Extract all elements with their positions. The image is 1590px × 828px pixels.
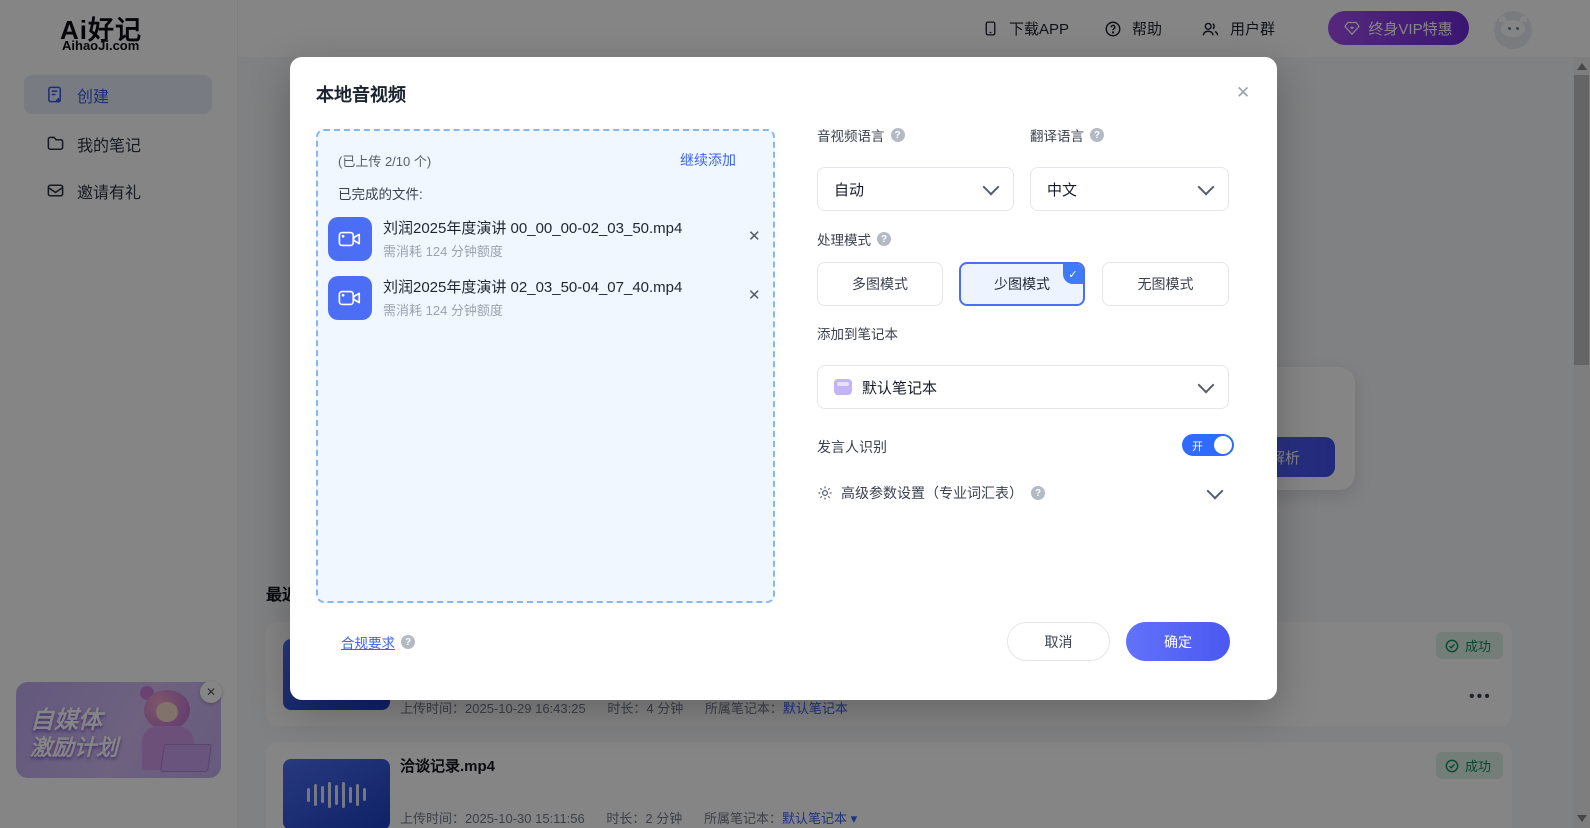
file-name: 刘润2025年度演讲 00_00_00-02_03_50.mp4 <box>383 217 682 238</box>
video-file-icon <box>328 276 372 320</box>
mode-option-multi-image[interactable]: 多图模式 <box>817 262 943 306</box>
compliance-row: 合规要求 ? <box>341 632 415 652</box>
notebook-label: 添加到笔记本 <box>817 323 898 343</box>
label-text: 翻译语言 <box>1030 125 1084 145</box>
remove-file-icon[interactable]: ✕ <box>748 286 761 304</box>
notebook-select[interactable]: 默认笔记本 <box>817 365 1229 409</box>
selected-check-icon: ✓ <box>1063 264 1083 284</box>
help-icon[interactable]: ? <box>401 635 415 649</box>
toggle-state-text: 开 <box>1192 438 1203 454</box>
help-icon[interactable]: ? <box>877 232 891 246</box>
remove-file-icon[interactable]: ✕ <box>748 227 761 245</box>
uploaded-file-item: 刘润2025年度演讲 00_00_00-02_03_50.mp4 需消耗 124… <box>328 215 766 267</box>
file-quota: 需消耗 124 分钟额度 <box>383 300 503 319</box>
confirm-button[interactable]: 确定 <box>1126 622 1230 661</box>
media-language-select[interactable]: 自动 <box>817 167 1014 211</box>
uploaded-file-item: 刘润2025年度演讲 02_03_50-04_07_40.mp4 需消耗 124… <box>328 274 766 326</box>
mode-label: 无图模式 <box>1138 274 1194 294</box>
gear-icon <box>817 485 833 501</box>
help-icon[interactable]: ? <box>891 128 905 142</box>
modal-title: 本地音视频 <box>316 81 406 107</box>
mode-label: 少图模式 <box>994 274 1050 294</box>
toggle-knob <box>1214 436 1232 454</box>
file-name: 刘润2025年度演讲 02_03_50-04_07_40.mp4 <box>383 276 682 297</box>
media-language-label: 音视频语言 ? <box>817 125 905 145</box>
label-text: 处理模式 <box>817 229 871 249</box>
cancel-button[interactable]: 取消 <box>1007 622 1110 661</box>
compliance-link[interactable]: 合规要求 <box>341 632 395 652</box>
upload-dropzone[interactable]: (已上传 2/10 个) 继续添加 已完成的文件: 刘润2025年度演讲 00_… <box>316 129 775 603</box>
notebook-icon <box>834 379 852 395</box>
app-root: Ai好记 AihaoJi.com 创建 我的笔记 邀请有礼 下载APP 帮助 用… <box>0 0 1590 828</box>
chevron-down-icon <box>1198 377 1215 394</box>
chevron-down-icon <box>1198 179 1215 196</box>
video-file-icon <box>328 217 372 261</box>
file-quota: 需消耗 124 分钟额度 <box>383 241 503 260</box>
chevron-down-icon <box>983 179 1000 196</box>
select-value: 默认笔记本 <box>862 377 1200 398</box>
modal-close-icon[interactable]: ✕ <box>1236 83 1250 103</box>
mode-option-no-image[interactable]: 无图模式 <box>1102 262 1229 306</box>
translate-language-label: 翻译语言 ? <box>1030 125 1104 145</box>
process-mode-label: 处理模式 ? <box>817 229 891 249</box>
help-icon[interactable]: ? <box>1090 128 1104 142</box>
upload-counter: (已上传 2/10 个) <box>338 151 431 170</box>
label-text: 音视频语言 <box>817 125 885 145</box>
speaker-row: 发言人识别 开 <box>817 437 1229 457</box>
select-value: 中文 <box>1047 179 1200 200</box>
speaker-label: 发言人识别 <box>817 439 887 455</box>
select-value: 自动 <box>834 179 985 200</box>
local-media-modal: 本地音视频 ✕ (已上传 2/10 个) 继续添加 已完成的文件: 刘润2025… <box>290 57 1277 700</box>
mode-option-few-image[interactable]: 少图模式 ✓ <box>959 262 1085 306</box>
chevron-down-icon <box>1207 483 1224 500</box>
mode-label: 多图模式 <box>852 274 908 294</box>
speaker-toggle[interactable]: 开 <box>1182 434 1234 456</box>
completed-files-label: 已完成的文件: <box>338 183 423 203</box>
help-icon[interactable]: ? <box>1031 486 1045 500</box>
advanced-settings-row[interactable]: 高级参数设置（专业词汇表） ? <box>817 483 1229 503</box>
add-more-link[interactable]: 继续添加 <box>680 150 736 170</box>
translate-language-select[interactable]: 中文 <box>1030 167 1229 211</box>
advanced-settings-label: 高级参数设置（专业词汇表） <box>841 483 1023 503</box>
